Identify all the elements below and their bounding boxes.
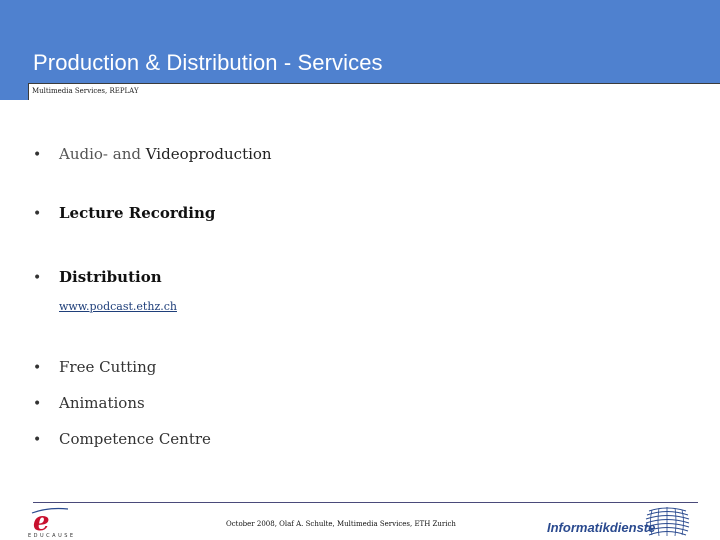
bullet-dot-icon: • (33, 396, 42, 412)
informatikdienste-logo-text: Informatikdienste (547, 520, 656, 535)
bullet-dot-icon: • (33, 360, 42, 376)
slide: Production & Distribution - Services Mul… (0, 0, 720, 540)
bullet-text-part: Audio- and (59, 145, 146, 163)
bullet-dot-icon: • (33, 206, 42, 222)
bullet-audio-video: • Audio- and Videoproduction (33, 145, 272, 163)
bullet-text-part: Videoproduction (145, 145, 272, 163)
bullet-free-cutting: • Free Cutting (33, 358, 156, 376)
informatikdienste-globe-icon (645, 507, 690, 537)
educause-logo: e EDUCAUSE (28, 505, 80, 540)
educause-caption: EDUCAUSE (28, 533, 76, 539)
bullet-distribution: • Distribution (33, 268, 162, 286)
podcast-link[interactable]: www.podcast.ethz.ch (59, 300, 177, 313)
bullet-dot-icon: • (33, 432, 42, 448)
educause-e-icon: e (31, 507, 69, 537)
bullet-text: Competence Centre (59, 430, 211, 448)
slide-subtitle: Multimedia Services, REPLAY (32, 87, 139, 95)
slide-title: Production & Distribution - Services (33, 50, 383, 75)
subtitle-bar: Multimedia Services, REPLAY (28, 83, 720, 100)
bullet-dot-icon: • (33, 147, 42, 163)
bullet-text: Animations (59, 394, 145, 412)
bullet-animations: • Animations (33, 394, 145, 412)
bullet-text: Free Cutting (59, 358, 157, 376)
bullet-dot-icon: • (33, 270, 42, 286)
bullet-competence-centre: • Competence Centre (33, 430, 211, 448)
logo-letter: e (33, 507, 50, 533)
bullet-lecture-recording: • Lecture Recording (33, 204, 215, 222)
footer-text: October 2008, Olaf A. Schulte, Multimedi… (226, 520, 456, 528)
bullet-text: Lecture Recording (59, 204, 216, 222)
bullet-text: Distribution (59, 268, 162, 286)
footer-divider (33, 502, 698, 503)
